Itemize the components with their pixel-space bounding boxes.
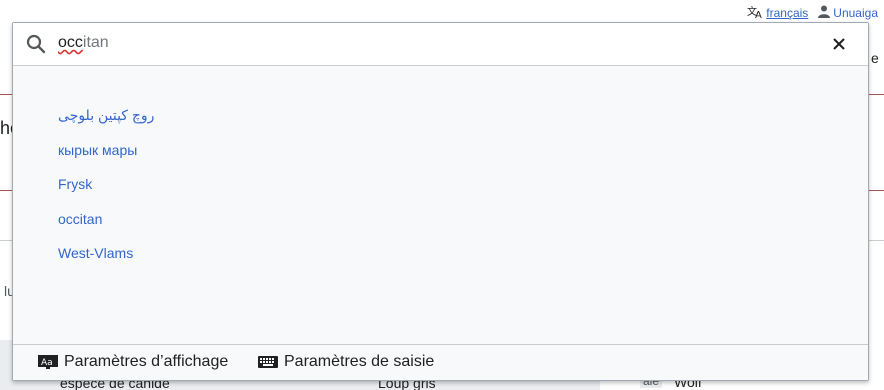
language-selector[interactable]: 文 A français: [747, 5, 808, 22]
personal-toolbar: 文 A français Unuaiga: [747, 4, 878, 22]
input-settings-button[interactable]: Paramètres de saisie: [258, 353, 434, 371]
user-menu[interactable]: Unuaiga: [818, 5, 878, 21]
svg-text:Aa: Aa: [41, 358, 53, 368]
display-settings-icon: Aa: [38, 354, 58, 370]
translate-icon: 文 A: [747, 5, 763, 22]
user-icon: [818, 5, 831, 21]
search-icon: [26, 34, 46, 54]
suggestion-item[interactable]: West-Vlams: [58, 245, 133, 261]
search-overlay: occitan روچ کپتین بلوچی кырык мары Frysk…: [12, 22, 869, 381]
search-input[interactable]: occitan: [13, 23, 868, 66]
clear-search-button[interactable]: [830, 35, 848, 53]
suggestion-item[interactable]: روچ کپتین بلوچی: [58, 107, 154, 124]
suggestion-item[interactable]: occitan: [58, 211, 102, 227]
language-link[interactable]: français: [766, 6, 808, 20]
keyboard-icon: [258, 355, 278, 369]
page: he lu e espèce de canidé Loup gris ale W…: [0, 0, 884, 390]
input-settings-label: Paramètres de saisie: [284, 353, 435, 370]
search-query[interactable]: occitan: [58, 34, 109, 52]
svg-text:A: A: [755, 10, 762, 19]
background-tab-label: e: [871, 50, 879, 66]
display-settings-button[interactable]: Aa Paramètres d’affichage: [38, 353, 228, 371]
user-link[interactable]: Unuaiga: [833, 6, 878, 20]
suggestion-item[interactable]: кырык мары: [58, 142, 137, 158]
search-footer: Aa Paramètres d’affichage Paramètres de …: [13, 344, 868, 380]
close-icon: [833, 38, 845, 50]
suggestion-item[interactable]: Frysk: [58, 176, 92, 192]
search-typed-text: occ: [58, 34, 83, 51]
search-autocomplete-text: itan: [82, 34, 109, 51]
display-settings-label: Paramètres d’affichage: [64, 353, 229, 370]
